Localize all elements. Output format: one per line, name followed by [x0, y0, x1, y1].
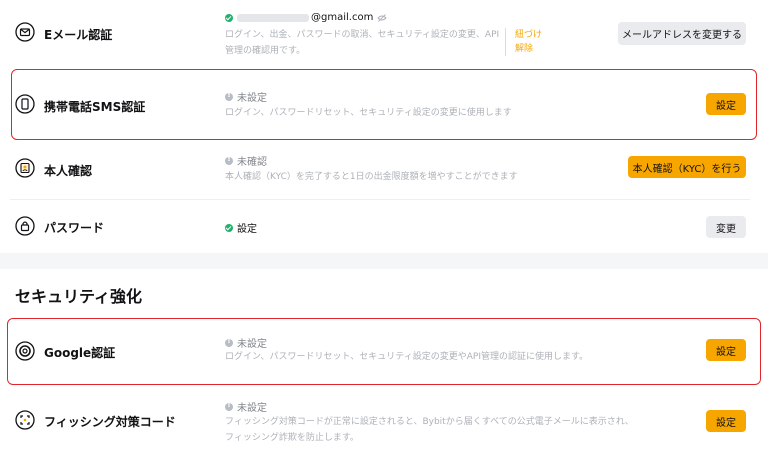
- sms-highlight-box: [11, 69, 757, 140]
- email-auth-label: Eメール認証: [44, 28, 113, 42]
- anti-phishing-description: フィッシング対策コードが正常に設定されると、Bybitから届くすべての公式電子メ…: [225, 417, 634, 443]
- scan-icon: [15, 410, 35, 430]
- email-auth-description: ログイン、出金、パスワードの取消、セキュリティ設定の変更、API管理の確認用です…: [225, 30, 500, 56]
- google-highlight-box: [7, 318, 761, 385]
- unlink-email-link[interactable]: 紐づけ解除: [505, 28, 547, 56]
- info-icon: [225, 155, 233, 165]
- change-email-button[interactable]: メールアドレスを変更する: [618, 22, 746, 45]
- anti-phishing-setup-button[interactable]: 設定: [706, 410, 746, 432]
- check-icon: [225, 223, 233, 232]
- section-separator: [0, 253, 768, 269]
- envelope-icon: [15, 22, 35, 42]
- password-status: 設定: [225, 220, 257, 235]
- anti-phishing-row: フィッシング対策コード 未設定 フィッシング対策コードが正常に設定されると、By…: [0, 390, 768, 453]
- check-icon: [225, 13, 233, 22]
- kyc-row: 本人確認 未確認 本人確認（KYC）を完了すると1日の出金限度額を増やすことがで…: [0, 136, 768, 200]
- kyc-verify-button[interactable]: 本人確認（KYC）を行う: [628, 156, 746, 178]
- section-title: セキュリティ強化: [15, 287, 143, 306]
- password-row: パスワード 設定 変更: [0, 200, 768, 253]
- lock-icon: [15, 216, 35, 236]
- kyc-description: 本人確認（KYC）を完了すると1日の出金限度額を増やすことができます: [225, 172, 518, 182]
- id-card-icon: [15, 158, 35, 178]
- masked-email-prefix: [237, 13, 309, 22]
- email-auth-row: Eメール認証 @gmail.com ログイン、出金、パスワードの取消、セキュリテ…: [0, 0, 768, 64]
- anti-phishing-label: フィッシング対策コード: [44, 415, 176, 429]
- eye-hidden-icon[interactable]: [377, 13, 387, 23]
- password-label: パスワード: [44, 221, 105, 235]
- info-icon: [225, 401, 233, 411]
- kyc-status: 未確認: [225, 153, 267, 168]
- kyc-label: 本人確認: [44, 164, 93, 178]
- anti-phishing-status: 未設定: [225, 399, 267, 414]
- change-password-button[interactable]: 変更: [706, 216, 746, 238]
- email-address: @gmail.com: [225, 12, 387, 23]
